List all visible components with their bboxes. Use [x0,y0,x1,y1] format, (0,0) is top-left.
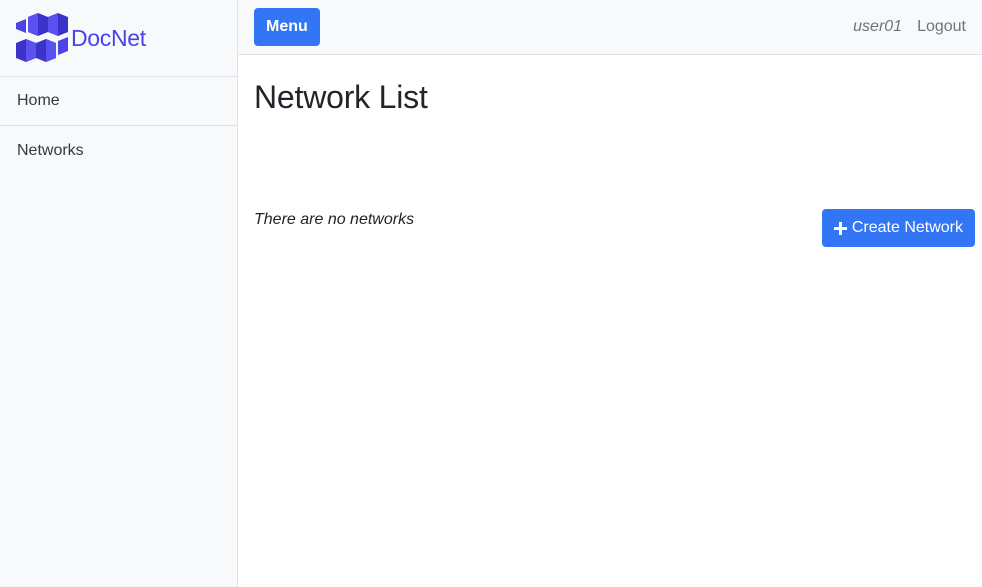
sidebar-item-home[interactable]: Home [0,77,237,126]
sidebar-item-label: Home [17,92,60,109]
app-root: DocNet Home Networks Menu user01 Logout … [0,0,982,587]
menu-button[interactable]: Menu [254,8,320,46]
top-navbar: Menu user01 Logout [238,0,982,55]
create-network-label: Create Network [851,219,963,236]
empty-message: There are no networks [254,211,415,228]
user-area: user01 Logout [853,18,966,36]
sidebar-item-label: Networks [17,141,84,159]
sidebar: DocNet Home Networks [0,0,238,587]
main-area: Menu user01 Logout Network List There ar… [238,0,982,587]
page-content: Network List There are no networks Creat… [238,55,982,247]
docnet-logo-icon [16,13,68,62]
create-network-button[interactable]: Create Network [821,209,975,247]
network-list-row: There are no networks Create Network [254,208,975,247]
page-title: Network List [254,79,428,115]
brand-name: DocNet [71,24,146,51]
logout-link[interactable]: Logout [917,18,966,36]
sidebar-item-networks[interactable]: Networks [0,126,237,175]
plus-icon [833,221,847,235]
brand-link[interactable]: DocNet [0,0,237,77]
username: user01 [853,18,903,35]
